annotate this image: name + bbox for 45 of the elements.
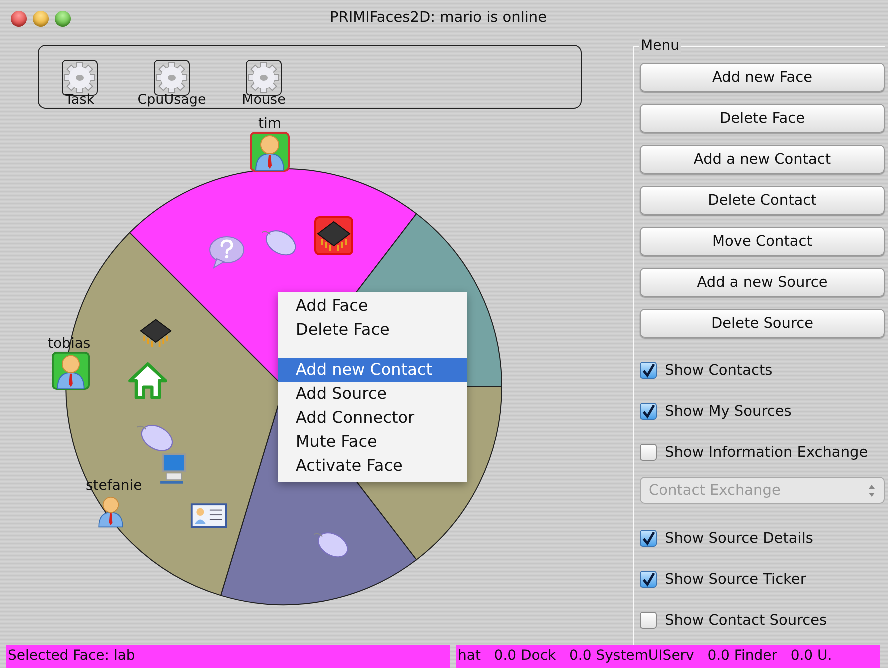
source-label: CpuUsage xyxy=(138,93,206,107)
zoom-button[interactable] xyxy=(55,11,71,27)
checkbox-label: Show My Sources xyxy=(665,404,792,420)
checkbox-label: Show Contacts xyxy=(665,362,773,378)
person-icon[interactable] xyxy=(52,352,90,390)
person-icon[interactable] xyxy=(250,132,290,172)
panel-button[interactable]: Delete Source xyxy=(640,309,885,338)
menu-item[interactable]: Add Face xyxy=(278,294,467,318)
close-button[interactable] xyxy=(11,11,27,27)
chip-icon[interactable] xyxy=(314,216,354,256)
minimize-button[interactable] xyxy=(33,11,49,27)
checkbox-label: Show Information Exchange xyxy=(665,444,868,460)
source-label: Task xyxy=(65,93,95,107)
process-ticker: hat 0.0 Dock 0.0 SystemUIServ 0.0 Finder 0.0 U. xyxy=(456,645,880,668)
panel-button[interactable]: Move Contact xyxy=(640,227,885,256)
gear-icon[interactable] xyxy=(246,60,282,96)
checkbox-label: Show Source Details xyxy=(665,530,814,546)
menu-item[interactable]: Activate Face xyxy=(278,454,467,478)
checkbox[interactable] xyxy=(640,571,657,588)
window-title: PRIMIFaces2D: mario is online xyxy=(330,10,548,26)
selected-face-status: Selected Face: lab xyxy=(6,645,450,668)
contact-name: tim xyxy=(258,116,282,132)
checkbox[interactable] xyxy=(640,362,657,379)
panel-title: Menu xyxy=(639,38,682,54)
panel-button[interactable]: Add a new Source xyxy=(640,268,885,297)
checkbox[interactable] xyxy=(640,612,657,629)
house-icon[interactable] xyxy=(127,360,169,402)
source-label: Mouse xyxy=(242,93,286,107)
gear-icon[interactable] xyxy=(154,60,190,96)
checkbox-label: Show Contact Sources xyxy=(665,612,828,628)
stepper-arrows-icon xyxy=(868,484,876,498)
panel-button[interactable]: Add a new Contact xyxy=(640,145,885,174)
panel-button[interactable]: Delete Contact xyxy=(640,186,885,215)
menu-item[interactable]: Add Source xyxy=(278,382,467,406)
menu-item[interactable]: Mute Face xyxy=(278,430,467,454)
checkbox[interactable] xyxy=(640,444,657,461)
exchange-dropdown: Contact Exchange xyxy=(640,477,885,504)
panel-button[interactable]: Delete Face xyxy=(640,104,885,133)
panel-button[interactable]: Add new Face xyxy=(640,63,885,92)
menu-item[interactable]: Add Connector xyxy=(278,406,467,430)
menu-item[interactable]: Delete Face xyxy=(278,318,467,342)
checkbox-label: Show Source Ticker xyxy=(665,572,806,588)
checkbox[interactable] xyxy=(640,530,657,547)
menu-item[interactable]: Add new Contact xyxy=(278,358,467,382)
checkbox[interactable] xyxy=(640,403,657,420)
